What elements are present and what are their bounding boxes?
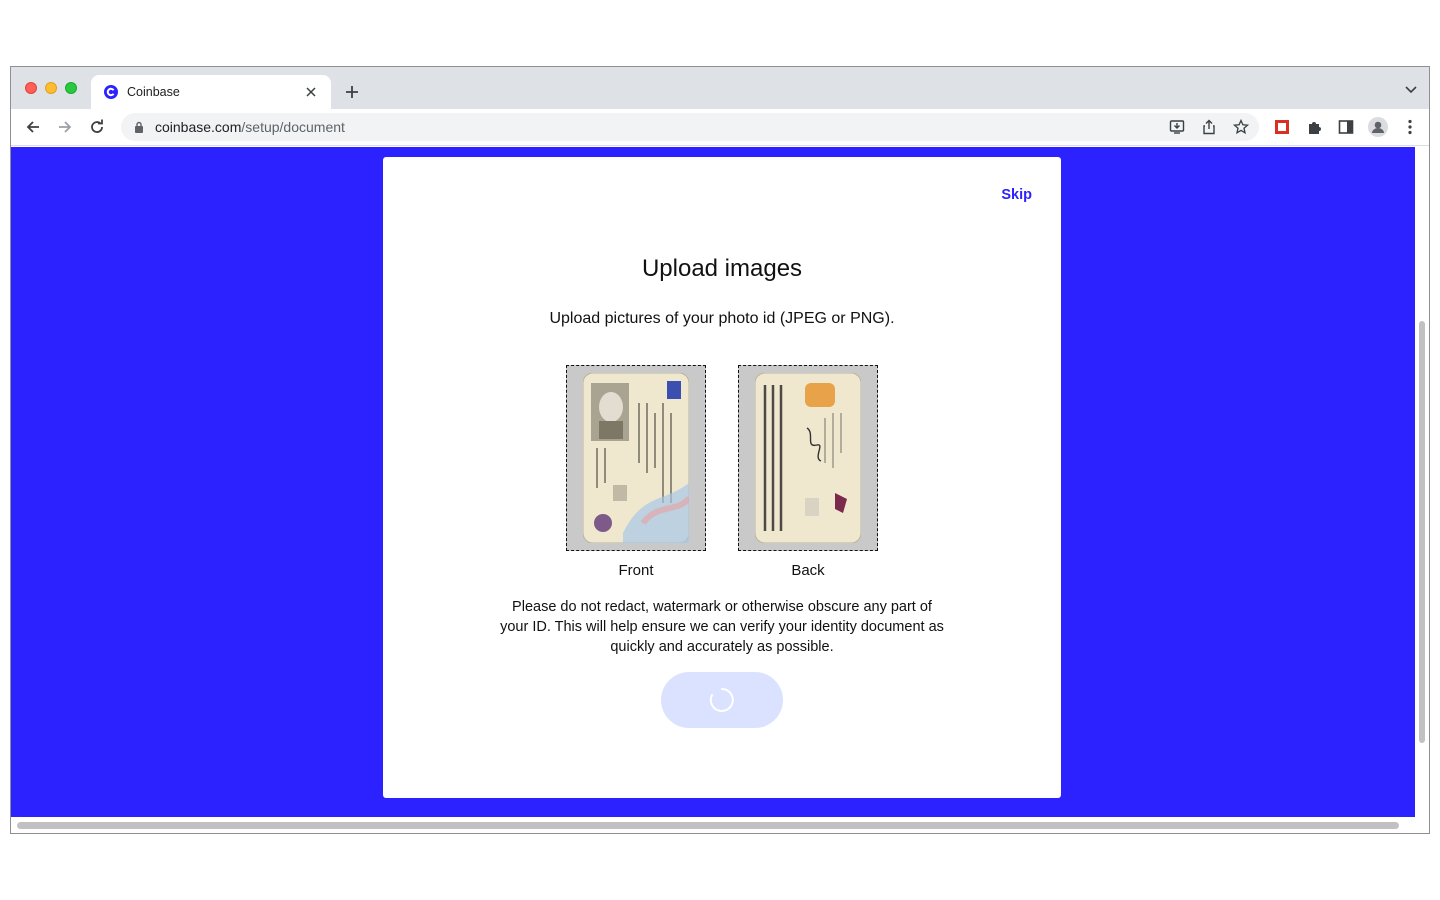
reload-icon[interactable]: [87, 117, 107, 137]
tab-strip: Coinbase: [11, 67, 1429, 109]
tab-close-icon[interactable]: [303, 84, 319, 100]
minimize-window-button[interactable]: [45, 82, 57, 94]
profile-icon[interactable]: [1368, 117, 1388, 137]
browser-toolbar: coinbase.com/setup/document: [11, 109, 1429, 146]
share-icon[interactable]: [1199, 117, 1219, 137]
page-viewport: Skip Upload images Upload pictures of yo…: [11, 147, 1417, 817]
tab-title: Coinbase: [127, 85, 180, 99]
page-subtitle: Upload pictures of your photo id (JPEG o…: [549, 310, 895, 327]
back-id-upload[interactable]: [738, 365, 878, 551]
horizontal-scroll-thumb[interactable]: [17, 822, 1399, 829]
spinner-icon: [709, 688, 734, 712]
close-window-button[interactable]: [25, 82, 37, 94]
omnibox-actions: [1167, 117, 1251, 137]
puzzle-icon[interactable]: [1304, 117, 1324, 137]
vertical-scroll-thumb[interactable]: [1419, 321, 1425, 743]
chevron-down-icon[interactable]: [1403, 82, 1419, 98]
new-tab-icon[interactable]: [342, 82, 362, 102]
extension-red-icon[interactable]: [1272, 117, 1292, 137]
horizontal-scrollbar[interactable]: [11, 817, 1429, 833]
vertical-scrollbar[interactable]: [1415, 147, 1429, 817]
back-arrow-icon[interactable]: [23, 117, 43, 137]
submit-button[interactable]: [661, 672, 783, 728]
forward-arrow-icon[interactable]: [55, 117, 75, 137]
kebab-menu-icon[interactable]: [1400, 117, 1420, 137]
star-icon[interactable]: [1231, 117, 1251, 137]
front-id-upload[interactable]: [566, 365, 706, 551]
page-title: Upload images: [641, 255, 803, 282]
browser-window: Coinbase coinbase.com/setup/document Ski…: [10, 66, 1430, 834]
maximize-window-button[interactable]: [65, 82, 77, 94]
install-icon[interactable]: [1167, 117, 1187, 137]
id-notice: Please do not redact, watermark or other…: [500, 599, 944, 655]
url-text: coinbase.com/setup/document: [155, 119, 345, 135]
address-bar[interactable]: coinbase.com/setup/document: [121, 113, 1259, 141]
upload-card: Skip Upload images Upload pictures of yo…: [383, 157, 1061, 798]
tab-coinbase[interactable]: Coinbase: [91, 75, 331, 109]
back-id-image: [755, 373, 861, 543]
lock-icon[interactable]: [133, 120, 145, 134]
back-label: Back: [791, 562, 825, 579]
front-id-image: [583, 373, 689, 543]
skip-link[interactable]: Skip: [1001, 187, 1032, 203]
side-panel-icon[interactable]: [1336, 117, 1356, 137]
coinbase-favicon-icon: [103, 84, 119, 100]
front-label: Front: [618, 562, 654, 579]
